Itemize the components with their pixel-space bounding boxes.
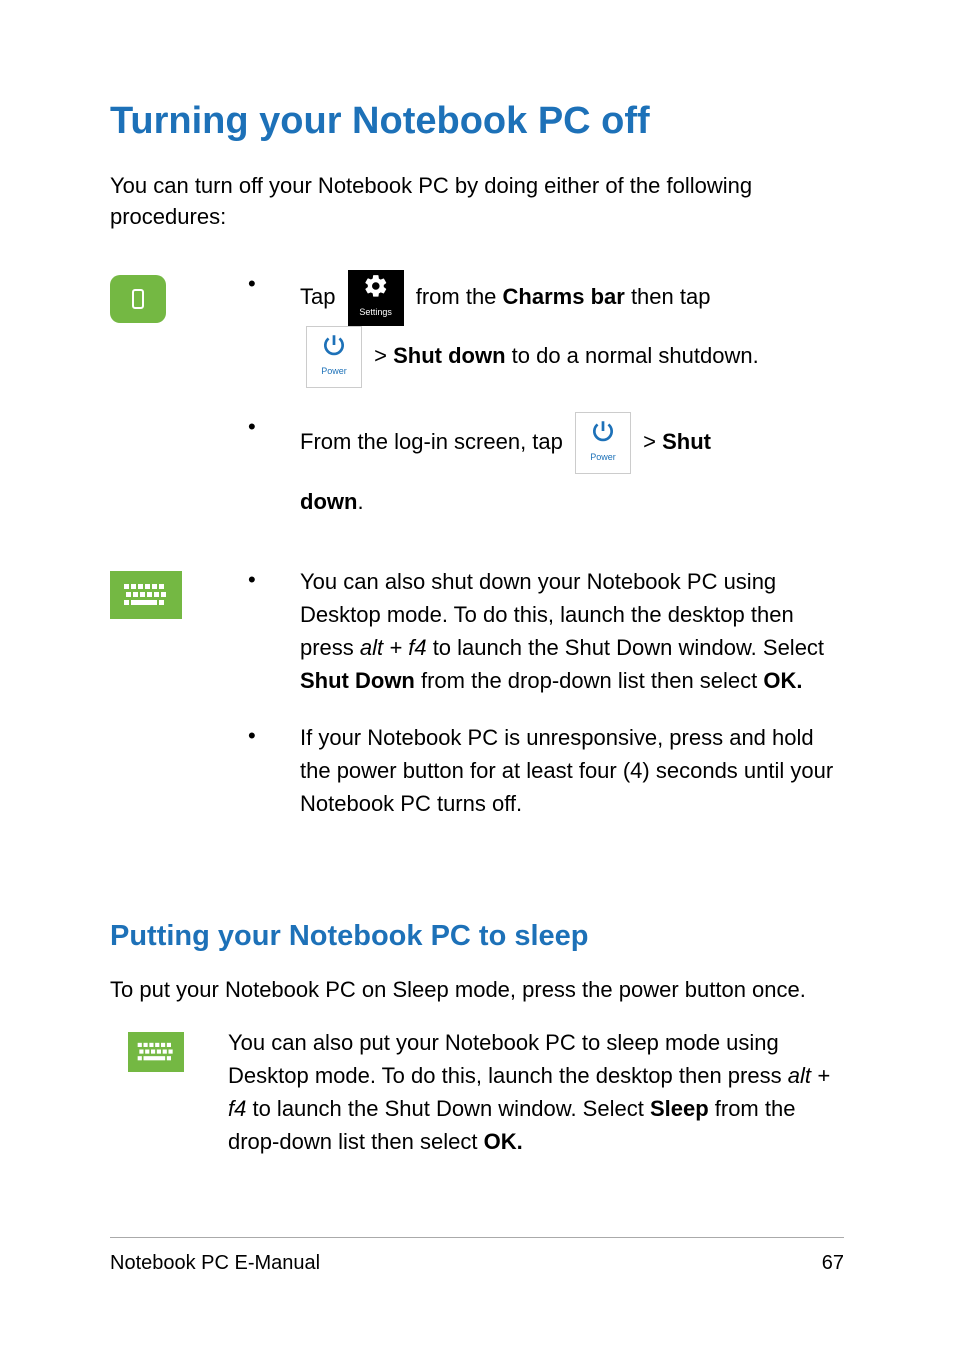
sleep-intro: To put your Notebook PC on Sleep mode, p… bbox=[110, 975, 844, 1006]
text: > bbox=[643, 429, 662, 454]
text: You can also put your Notebook PC to sle… bbox=[228, 1030, 788, 1088]
power-tile-icon: Power bbox=[306, 326, 362, 388]
bullet-dot: • bbox=[240, 269, 300, 300]
footer-title: Notebook PC E-Manual bbox=[110, 1252, 320, 1275]
text: . bbox=[357, 489, 363, 514]
footer-page-number: 67 bbox=[822, 1252, 844, 1275]
text: to launch the Shut Down window. Select bbox=[246, 1096, 650, 1121]
touch-bullet-1: • Tap Settings from the Charms bar then … bbox=[240, 269, 844, 388]
text: from the drop-down list then select bbox=[415, 668, 764, 693]
power-label: Power bbox=[590, 446, 616, 469]
keyboard-section: • You can also shut down your Notebook P… bbox=[110, 565, 844, 844]
heading-sleep: Putting your Notebook PC to sleep bbox=[110, 920, 844, 953]
keyboard-bullet-1: • You can also shut down your Notebook P… bbox=[240, 565, 844, 697]
settings-tile-icon: Settings bbox=[348, 270, 404, 326]
heading-turning-off: Turning your Notebook PC off bbox=[110, 100, 844, 143]
text: then tap bbox=[631, 284, 711, 309]
settings-label: Settings bbox=[359, 301, 392, 324]
text: From the log-in screen, tap bbox=[300, 429, 569, 454]
keyboard-bullet-2: • If your Notebook PC is unresponsive, p… bbox=[240, 721, 844, 820]
page-footer: Notebook PC E-Manual 67 bbox=[110, 1237, 844, 1275]
page-content: Turning your Notebook PC off You can tur… bbox=[110, 100, 844, 1275]
sleep-note-section: You can also put your Notebook PC to sle… bbox=[110, 1026, 844, 1158]
touch-icon bbox=[110, 275, 166, 323]
intro-paragraph: You can turn off your Notebook PC by doi… bbox=[110, 171, 844, 233]
text: > bbox=[374, 343, 393, 368]
ok-bold: OK. bbox=[484, 1129, 523, 1154]
shutdown-bold: Shut down bbox=[393, 343, 505, 368]
down-bold: down bbox=[300, 489, 357, 514]
text: from the bbox=[416, 284, 503, 309]
touch-section: • Tap Settings from the Charms bar then … bbox=[110, 269, 844, 553]
alt-f4-kbd: alt + f4 bbox=[360, 635, 427, 660]
text: Tap bbox=[300, 284, 342, 309]
bullet-dot: • bbox=[240, 412, 300, 443]
charms-bar-bold: Charms bar bbox=[503, 284, 625, 309]
power-tile-icon: Power bbox=[575, 412, 631, 474]
ok-bold: OK. bbox=[763, 668, 802, 693]
keyboard-icon bbox=[128, 1032, 184, 1072]
shut-bold: Shut bbox=[662, 429, 711, 454]
bullet-dot: • bbox=[240, 565, 300, 596]
bullet-dot: • bbox=[240, 721, 300, 752]
power-label: Power bbox=[321, 360, 347, 383]
text: If your Notebook PC is unresponsive, pre… bbox=[300, 721, 844, 820]
text: to launch the Shut Down window. Select bbox=[427, 635, 824, 660]
shutdown-bold: Shut Down bbox=[300, 668, 415, 693]
touch-bullet-2: • From the log-in screen, tap Power > Sh… bbox=[240, 412, 844, 529]
sleep-bold: Sleep bbox=[650, 1096, 709, 1121]
keyboard-icon bbox=[110, 571, 182, 619]
text: to do a normal shutdown. bbox=[512, 343, 759, 368]
